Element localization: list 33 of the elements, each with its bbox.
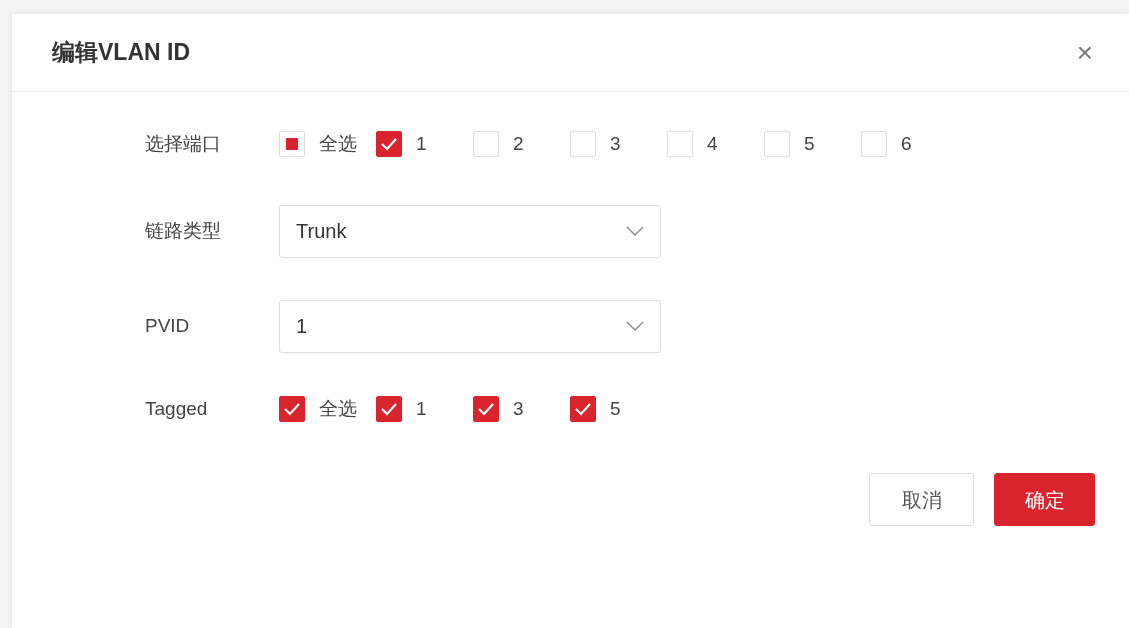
select-field[interactable]: Trunk xyxy=(279,204,661,258)
confirm-button[interactable]: 确定 xyxy=(994,473,1095,526)
field-label: 选择端口 xyxy=(145,132,222,156)
checkbox-label[interactable]: 全选 xyxy=(319,394,357,423)
checkbox[interactable] xyxy=(279,395,305,422)
field-label: 链路类型 xyxy=(145,218,222,243)
select-field[interactable]: 1 xyxy=(279,299,661,353)
checkbox-label[interactable]: 3 xyxy=(610,130,621,159)
field-label: PVID xyxy=(145,313,191,338)
check-icon xyxy=(380,137,398,152)
chevron-down-icon xyxy=(626,321,644,331)
check-icon xyxy=(574,401,592,416)
checkbox-label[interactable]: 4 xyxy=(707,130,718,159)
check-icon xyxy=(283,401,301,416)
cancel-button[interactable]: 取消 xyxy=(869,473,974,526)
checkbox[interactable] xyxy=(473,395,499,422)
checkbox[interactable] xyxy=(570,395,596,422)
checkbox-label[interactable]: 5 xyxy=(610,394,621,423)
check-icon xyxy=(380,401,398,416)
checkbox[interactable] xyxy=(376,395,402,422)
field-label: Tagged xyxy=(145,396,209,421)
checkbox[interactable] xyxy=(376,131,402,158)
close-button[interactable]: × xyxy=(1074,38,1095,67)
checkbox-label[interactable]: 全选 xyxy=(319,130,357,159)
checkbox-label[interactable]: 3 xyxy=(513,394,524,423)
checkbox-label[interactable]: 5 xyxy=(804,130,815,159)
checkbox-label[interactable]: 6 xyxy=(901,130,912,159)
checkbox-label[interactable]: 1 xyxy=(416,130,427,159)
dialog-title: 编辑VLAN ID xyxy=(52,38,190,67)
checkbox-label[interactable]: 2 xyxy=(513,130,524,159)
checkbox-label[interactable]: 1 xyxy=(416,394,427,423)
chevron-down-icon xyxy=(626,226,644,236)
check-icon xyxy=(477,401,495,416)
